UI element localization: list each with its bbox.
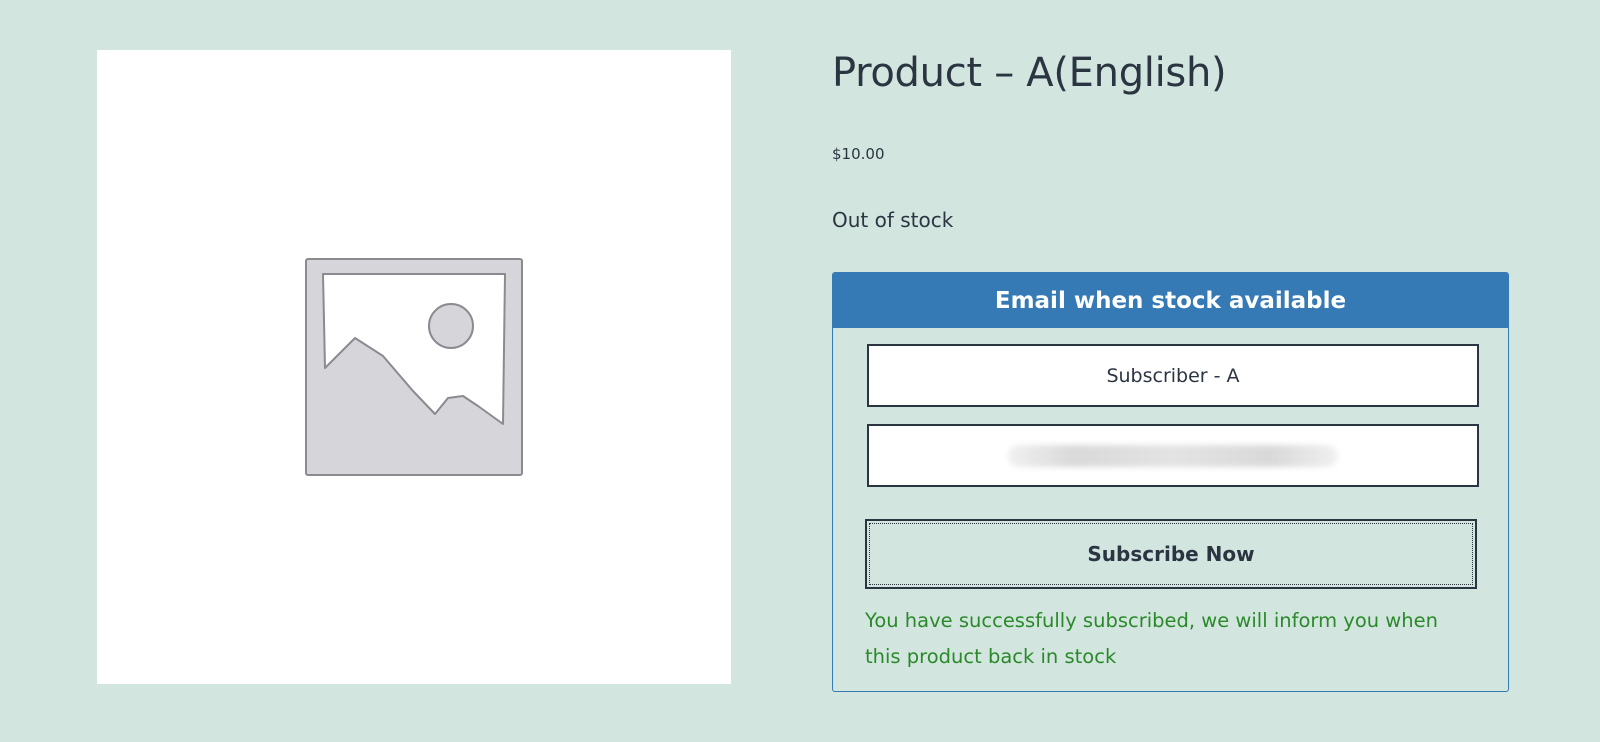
subscriber-name-field[interactable]: Subscriber - A (867, 344, 1479, 407)
stock-status: Out of stock (832, 208, 954, 232)
placeholder-image-icon (305, 258, 523, 476)
subscribe-success-message: You have successfully subscribed, we wil… (865, 609, 1438, 668)
product-title: Product – A(English) (832, 50, 1227, 96)
stock-notify-form: Email when stock available Subscriber - … (832, 272, 1509, 692)
product-page: Product – A(English) $10.00 Out of stock… (0, 0, 1600, 742)
subscriber-name-value: Subscriber - A (1106, 364, 1240, 387)
product-price: $10.00 (832, 145, 885, 163)
subscriber-email-field[interactable] (867, 424, 1479, 487)
product-image[interactable] (97, 50, 731, 684)
subscribe-now-button[interactable]: Subscribe Now (865, 519, 1477, 589)
redacted-email (1008, 444, 1338, 467)
notify-header: Email when stock available (833, 273, 1508, 328)
